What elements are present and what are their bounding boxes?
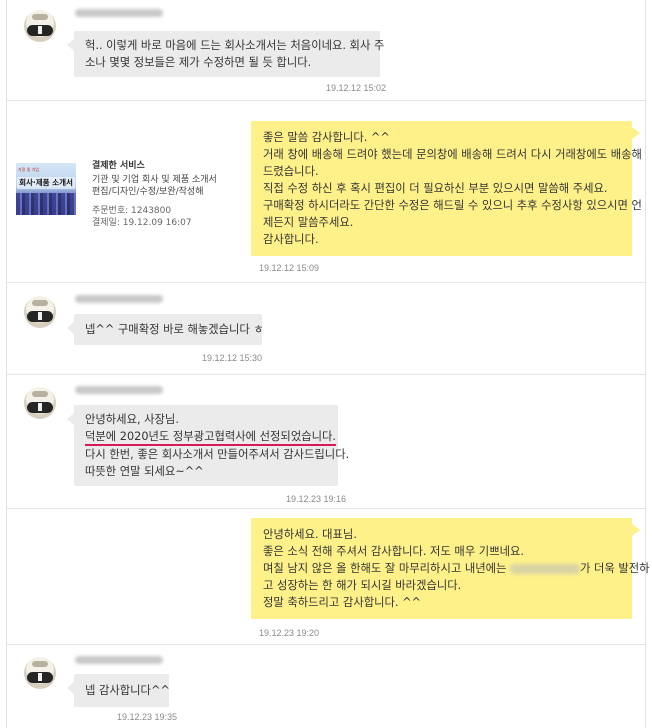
order-number: 주문번호: 1243800	[92, 205, 172, 216]
message-text: 좋은 소식 전해 주셔서 감사합니다. 저도 매우 기쁘네요.	[263, 545, 524, 558]
message-bubble-incoming: 넵^^ 구매확정 바로 해놓겠습니다 ㅎ	[67, 314, 264, 345]
order-info: 결제한 서비스 기관 및 기업 회사 및 제품 소개서 편집/디자인/수정/보완…	[92, 160, 217, 230]
message-text: 정말 축하드리고 감사합니다. ^^	[263, 596, 422, 609]
message-divider	[7, 374, 645, 375]
blurred-username	[75, 656, 163, 664]
blurred-username	[75, 295, 163, 303]
message-divider	[7, 508, 645, 509]
message-text: 구매확정 하시더라도 간단한 수정은 해드릴 수 있으니 추후 수정사항 있으시…	[263, 199, 642, 212]
message-timestamp: 19.12.12 15:30	[202, 353, 263, 363]
message-bubble-outgoing: 좋은 말씀 감사합니다. ^^ 거래 창에 배송해 드려야 했는데 문의창에 배…	[251, 121, 642, 256]
message-text: 안녕하세요, 사장님.	[85, 413, 179, 426]
message-text: 안녕하세요. 대표님.	[263, 528, 357, 541]
message-text: 넵^^ 구매확정 바로 해놓겠습니다 ㅎ	[85, 323, 264, 336]
message-divider	[7, 282, 645, 283]
service-label: 결제한 서비스	[92, 161, 145, 171]
message-text: 다시 한번, 좋은 회사소개서 만들어주셔서 감사드립니다.	[85, 448, 350, 461]
payment-date: 결제일: 19.12.09 16:07	[92, 218, 192, 228]
message-bubble-incoming: 넵 감사합니다^^	[67, 674, 170, 707]
message-timestamp: 19.12.23 19:35	[117, 712, 178, 722]
buyer-avatar[interactable]	[24, 387, 56, 419]
message-timestamp: 19.12.12 15:02	[326, 83, 387, 93]
message-bubble-incoming: 헉.. 이렇게 바로 마음에 드는 회사소개서는 처음이네요. 회사 주 소나 …	[67, 31, 385, 77]
product-thumbnail[interactable]: 가정 및 기업 회사·제품 소개서	[16, 163, 76, 215]
message-text: 드렸습니다.	[263, 165, 319, 178]
buyer-avatar[interactable]	[24, 657, 56, 689]
highlighted-message-text: 덕분에 2020년도 정부광고협력사에 선정되었습니다.	[85, 430, 336, 446]
message-text: 며칠 남지 않은 올 한해도 잘 마무리하시고 내년에는	[263, 562, 507, 575]
service-name-line: 기관 및 기업 회사 및 제품 소개서	[92, 174, 217, 185]
thumbnail-tag: 가정 및 기업	[18, 167, 39, 172]
message-divider	[7, 644, 645, 645]
blurred-username	[75, 9, 163, 17]
message-text: 직접 수정 하신 후 혹시 편집이 더 필요하신 부분 있으시면 말씀해 주세요…	[263, 182, 608, 195]
message-text: 제든지 말씀주세요.	[263, 216, 354, 229]
message-bubble-incoming: 안녕하세요, 사장님. 덕분에 2020년도 정부광고협력사에 선정되었습니다.…	[67, 405, 350, 486]
message-text: 따뜻한 연말 되세요~^^	[85, 465, 204, 478]
message-bubble-outgoing: 안녕하세요. 대표님. 좋은 소식 전해 주셔서 감사합니다. 저도 매우 기쁘…	[251, 518, 650, 619]
message-text: 헉.. 이렇게 바로 마음에 드는 회사소개서는 처음이네요. 회사 주	[85, 39, 385, 52]
blurred-company-name	[510, 564, 580, 574]
buyer-avatar[interactable]	[24, 10, 56, 42]
blurred-username	[75, 386, 163, 394]
thumbnail-cityscape	[16, 193, 76, 215]
message-text: 고 성장하는 한 해가 되시길 바라겠습니다.	[263, 579, 462, 592]
order-summary-card[interactable]: 가정 및 기업 회사·제품 소개서 결제한 서비스 기관 및 기업 회사 및 제…	[16, 160, 226, 240]
message-text: 소나 몇몇 정보들은 제가 수정하면 될 듯 합니다.	[85, 56, 312, 69]
message-text: 가 더욱 발전하	[580, 562, 650, 575]
thumbnail-title: 회사·제품 소개서	[17, 177, 75, 189]
message-text: 좋은 말씀 감사합니다. ^^	[263, 131, 390, 144]
message-timestamp: 19.12.23 19:16	[286, 494, 347, 504]
message-timestamp: 19.12.12 15:09	[259, 263, 320, 273]
message-text: 넵 감사합니다^^	[85, 684, 170, 697]
message-timestamp: 19.12.23 19:20	[259, 628, 320, 638]
buyer-avatar[interactable]	[24, 296, 56, 328]
message-divider	[7, 100, 645, 101]
message-text: 거래 창에 배송해 드려야 했는데 문의창에 배송해 드려서 다시 거래창에도 …	[263, 148, 642, 161]
service-name-line: 편집/디자인/수정/보완/작성해	[92, 187, 204, 197]
message-text: 감사합니다.	[263, 233, 319, 246]
